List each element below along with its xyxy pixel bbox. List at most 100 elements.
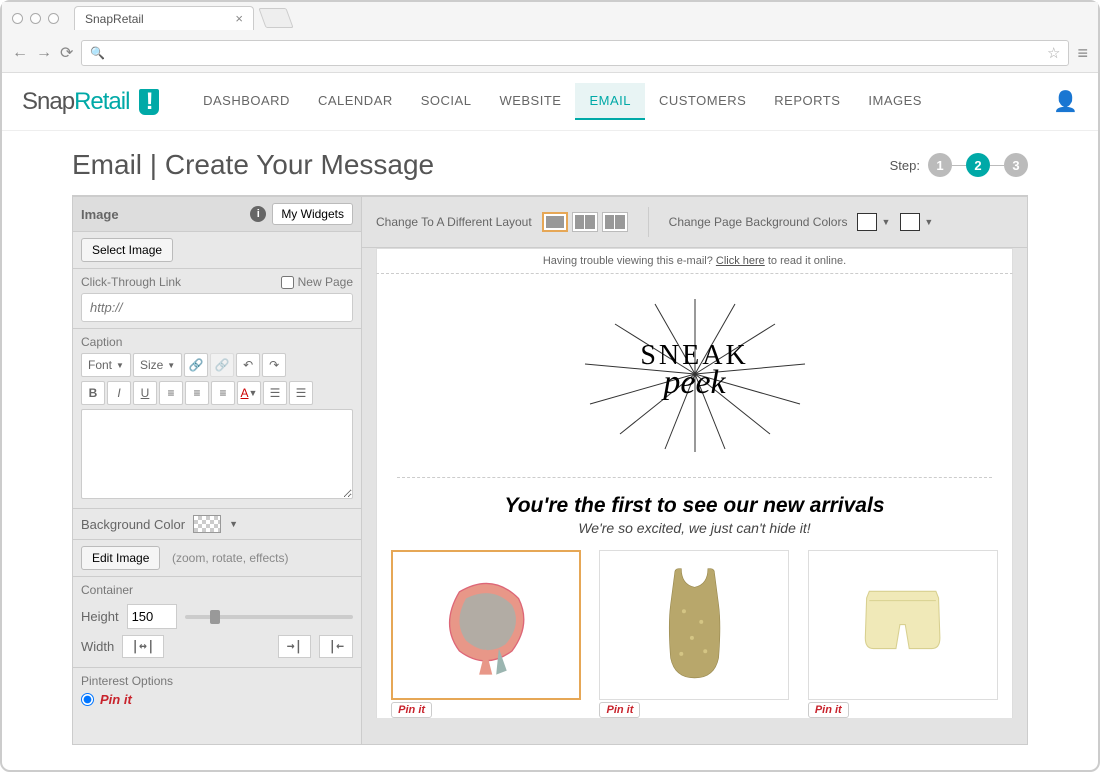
width-fit-button[interactable]: |↔|: [122, 635, 163, 658]
preview-notice: Having trouble viewing this e-mail? Clic…: [376, 248, 1013, 274]
bold-icon[interactable]: B: [81, 381, 105, 405]
url-input[interactable]: [111, 46, 1047, 61]
chevron-down-icon[interactable]: ▼: [881, 217, 890, 227]
page-bg-color[interactable]: [857, 213, 877, 231]
step-1[interactable]: 1: [928, 153, 952, 177]
email-headline[interactable]: You're the first to see our new arrivals: [377, 486, 1012, 520]
width-label: Width: [81, 639, 114, 654]
font-select[interactable]: Font▼: [81, 353, 131, 377]
text-color-icon[interactable]: A▼: [237, 381, 261, 405]
ordered-list-icon[interactable]: ☰: [263, 381, 287, 405]
link-icon[interactable]: 🔗: [184, 353, 208, 377]
caption-textarea[interactable]: [81, 409, 353, 499]
minimize-window[interactable]: [30, 13, 41, 24]
layout-label: Change To A Different Layout: [376, 215, 532, 229]
redo-icon[interactable]: ↷: [262, 353, 286, 377]
edit-image-button[interactable]: Edit Image: [81, 546, 160, 570]
product-row: Pin it Pin it: [377, 546, 1012, 718]
nav-website[interactable]: WEBSITE: [485, 83, 575, 120]
width-align-right-button[interactable]: →|: [278, 635, 312, 658]
bookmark-icon[interactable]: ☆: [1047, 44, 1060, 62]
sidebar-panel: Image i My Widgets Select Image Click-Th…: [72, 196, 362, 745]
canvas-toolbar: Change To A Different Layout Change Page…: [362, 197, 1027, 248]
close-tab-icon[interactable]: ×: [235, 11, 243, 26]
my-widgets-button[interactable]: My Widgets: [272, 203, 353, 225]
tab-title: SnapRetail: [85, 12, 144, 26]
nav-reports[interactable]: REPORTS: [760, 83, 854, 120]
edit-image-hint: (zoom, rotate, effects): [172, 551, 289, 565]
hero-logo[interactable]: SNEAK peek: [377, 274, 1012, 469]
nav-dashboard[interactable]: DASHBOARD: [189, 83, 304, 120]
undo-icon[interactable]: ↶: [236, 353, 260, 377]
caption-label: Caption: [81, 335, 122, 349]
layout-option-1col[interactable]: [542, 212, 568, 232]
click-through-label: Click-Through Link: [81, 275, 181, 289]
pinterest-label: Pinterest Options: [81, 674, 173, 688]
pinterest-radio[interactable]: [81, 693, 94, 706]
window-controls: [12, 13, 59, 24]
product-1[interactable]: Pin it: [391, 550, 581, 718]
layout-option-2col[interactable]: [572, 212, 598, 232]
shorts-image: [818, 558, 987, 691]
back-button[interactable]: ←: [12, 44, 28, 62]
step-indicator: Step: 1 2 3: [890, 153, 1028, 177]
pin-it-label: Pin it: [100, 692, 132, 707]
address-bar[interactable]: 🔍 ☆: [81, 40, 1069, 66]
sidebar-header: Image i My Widgets: [73, 197, 361, 232]
logo-part2: Retail: [74, 88, 129, 115]
chevron-down-icon[interactable]: ▼: [229, 519, 238, 529]
view-online-link[interactable]: Click here: [716, 255, 765, 267]
unordered-list-icon[interactable]: ☰: [289, 381, 313, 405]
product-3[interactable]: Pin it: [808, 550, 998, 718]
page-bg-color-2[interactable]: [900, 213, 920, 231]
pin-it-button-3[interactable]: Pin it: [808, 702, 849, 718]
user-icon[interactable]: 👤: [1053, 89, 1078, 114]
chevron-down-icon[interactable]: ▼: [924, 217, 933, 227]
editor: Image i My Widgets Select Image Click-Th…: [72, 195, 1028, 745]
browser-tab[interactable]: SnapRetail ×: [74, 6, 254, 30]
pin-it-button-1[interactable]: Pin it: [391, 702, 432, 718]
bg-color-label: Background Color: [81, 517, 185, 532]
email-body: SNEAK peek You're the first to see our n…: [376, 274, 1013, 718]
size-select[interactable]: Size▼: [133, 353, 182, 377]
divider: [397, 477, 992, 478]
align-center-icon[interactable]: ≡: [185, 381, 209, 405]
reload-button[interactable]: ⟳: [60, 43, 73, 63]
step-2[interactable]: 2: [966, 153, 990, 177]
layout-option-2col-alt[interactable]: [602, 212, 628, 232]
forward-button[interactable]: →: [36, 44, 52, 62]
product-2[interactable]: Pin it: [599, 550, 789, 718]
click-through-url-input[interactable]: [81, 293, 353, 322]
bg-color-swatch[interactable]: [193, 515, 221, 533]
tank-top-image: [610, 558, 779, 691]
nav-images[interactable]: IMAGES: [854, 83, 936, 120]
nav-email[interactable]: EMAIL: [575, 83, 645, 120]
page-title: Email | Create Your Message: [72, 149, 890, 181]
new-page-checkbox[interactable]: New Page: [281, 275, 353, 289]
step-3[interactable]: 3: [1004, 153, 1028, 177]
nav-customers[interactable]: CUSTOMERS: [645, 83, 760, 120]
logo-badge-icon: !: [139, 89, 159, 115]
close-window[interactable]: [12, 13, 23, 24]
height-input[interactable]: [127, 604, 177, 629]
page-title-row: Email | Create Your Message Step: 1 2 3: [2, 131, 1098, 195]
new-tab-button[interactable]: [258, 8, 293, 28]
browser-menu-icon[interactable]: ≡: [1077, 43, 1088, 64]
align-right-icon[interactable]: ≡: [211, 381, 235, 405]
panel-title: Image: [81, 207, 250, 222]
nav-calendar[interactable]: CALENDAR: [304, 83, 407, 120]
italic-icon[interactable]: I: [107, 381, 131, 405]
maximize-window[interactable]: [48, 13, 59, 24]
underline-icon[interactable]: U: [133, 381, 157, 405]
info-icon[interactable]: i: [250, 206, 266, 222]
width-align-left-button[interactable]: |←: [319, 635, 353, 658]
height-slider[interactable]: [185, 615, 353, 619]
align-left-icon[interactable]: ≡: [159, 381, 183, 405]
logo[interactable]: SnapRetail !: [22, 88, 159, 116]
email-subhead[interactable]: We're so excited, we just can't hide it!: [377, 520, 1012, 546]
nav-social[interactable]: SOCIAL: [407, 83, 486, 120]
container-label: Container: [81, 583, 133, 597]
select-image-button[interactable]: Select Image: [81, 238, 173, 262]
unlink-icon[interactable]: 🔗: [210, 353, 234, 377]
pin-it-button-2[interactable]: Pin it: [599, 702, 640, 718]
